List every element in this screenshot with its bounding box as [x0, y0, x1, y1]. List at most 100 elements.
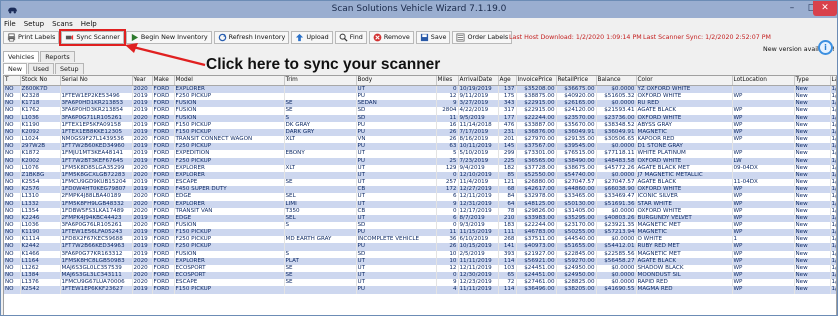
- table-cell: $56458.27: [596, 257, 637, 265]
- table-row[interactable]: NO K1466 3FA6P0G77KR163312 2019 FORD FUSION S S…: [4, 250, 836, 258]
- vehicle-grid[interactable]: T Stock No Serial No Year Make Model Trim Body M…: [3, 75, 837, 315]
- table-cell: 2019: [132, 121, 153, 129]
- print-labels-button[interactable]: Print Labels: [3, 30, 60, 44]
- table-cell: FUSION: [174, 100, 285, 108]
- table-row[interactable]: NO L1332 1FM5K8FH9LGB48332 2020 FORD EXPLORER…: [4, 200, 836, 208]
- table-cell: $66038.90: [596, 186, 637, 194]
- table-row[interactable]: NO K2328 1FTEW1EP2KE53496 2019 FORD F250 PICK…: [4, 93, 836, 101]
- table-row[interactable]: NO K2576 1FD0W4HT0KEG79807 2019 FORD F450 SUP…: [4, 186, 836, 194]
- table-row[interactable]: NO L1036 3FA6P0G71LR105261 2020 FORD FUSION S S…: [4, 114, 836, 122]
- table-row[interactable]: NO K2002 1FT7W2BT3KEF67645 2019 FORD F250 PIC…: [4, 157, 836, 165]
- table-cell: 268: [498, 236, 517, 244]
- table-cell: NO: [4, 264, 21, 273]
- tab-reports[interactable]: Reports: [40, 51, 75, 62]
- table-cell: FORD: [152, 164, 175, 172]
- column-header[interactable]: Age: [498, 76, 517, 86]
- table-cell: F250 PICKUP: [174, 93, 285, 101]
- refresh-inventory-button[interactable]: Refresh Inventory: [213, 30, 290, 44]
- table-cell: FORD: [152, 114, 175, 122]
- table-row[interactable]: NO K1762 3FA6P0HD3KR213854 2019 FORD FUSION SE…: [4, 107, 836, 115]
- column-header[interactable]: LastScanned: [830, 76, 836, 86]
- column-header[interactable]: Balance: [596, 76, 637, 86]
- column-header[interactable]: Miles: [436, 76, 459, 86]
- table-row[interactable]: NO K2554 1FMCU9GD9KUB15204 2019 FORD ESCAPE SE…: [4, 179, 836, 187]
- table-cell: $28825.00: [556, 279, 597, 287]
- table-row[interactable]: NO L1076 1FM5K8D85LGA35299 2020 FORD EXPLORER…: [4, 164, 836, 172]
- column-header[interactable]: Type: [794, 76, 831, 86]
- find-button[interactable]: Find: [334, 30, 367, 44]
- table-cell: L1376: [20, 279, 61, 287]
- table-row[interactable]: NO Z1BK8G 1FM5K8GCXLGB72283 2020 FORD EXPLORE…: [4, 171, 836, 180]
- column-header[interactable]: Serial No: [60, 76, 133, 86]
- table-row[interactable]: NO L1164 1FMSK8HC8LGB50983 2020 FORD EXPLORER…: [4, 257, 836, 265]
- tab-used[interactable]: Used: [27, 63, 54, 74]
- table-row[interactable]: NO L1024 NM0GS9F27L1439536 2020 FORD TRANSIT …: [4, 136, 836, 144]
- menu-scans[interactable]: Scans: [52, 20, 73, 28]
- table-cell: [284, 186, 357, 194]
- table-row[interactable]: NO K2542 1FTEW1EP6KKF23627 2019 FORD F150 PIC…: [4, 286, 836, 294]
- tab-new[interactable]: New: [3, 63, 27, 74]
- column-header[interactable]: LotLocation: [732, 76, 795, 86]
- column-header[interactable]: Color: [636, 76, 733, 86]
- table-row[interactable]: NO K1872 1FMJU1MT3KEA48141 2019 FORD EXPEDITI…: [4, 150, 836, 158]
- table-cell: WP: [732, 229, 795, 237]
- table-row[interactable]: NO L1262 MAJ6S3GL0LC357539 2020 FORD ECOSPORT…: [4, 264, 836, 273]
- table-cell: FORD: [152, 93, 175, 101]
- table-cell: FORD: [152, 200, 175, 208]
- sync-callout-text: Click here to sync your scanner: [206, 56, 441, 73]
- table-cell: $51605.32: [596, 93, 637, 101]
- floppy-disk-icon: [420, 33, 428, 41]
- table-cell: 2019: [132, 107, 153, 115]
- save-button[interactable]: Save: [415, 30, 451, 44]
- table-cell: NO: [4, 221, 21, 230]
- update-info-icon[interactable]: i: [818, 40, 833, 55]
- table-cell: WP: [732, 286, 795, 294]
- table-row[interactable]: NO L1310 2FMPK4J88LBA40189 2020 FORD EDGE SEL U…: [4, 193, 836, 201]
- table-row[interactable]: NO K2092 1FTEX1EB8KKE12305 2019 FORD F150 PIC…: [4, 128, 836, 137]
- table-row[interactable]: NO K1190 1FTEX1EP5KFA09158 2019 FORD F150 PIC…: [4, 121, 836, 129]
- table-row[interactable]: NO L1354 1FDBW5FS3LKA17489 2020 FORD TRANSIT …: [4, 207, 836, 215]
- column-header[interactable]: ArrivalDate: [458, 76, 499, 86]
- close-button[interactable]: ✕: [813, 1, 837, 16]
- remove-button[interactable]: Remove: [368, 30, 414, 44]
- table-cell: UT: [356, 200, 437, 208]
- upload-button[interactable]: Upload: [291, 30, 333, 44]
- title-bar[interactable]: Scan Solutions Vehicle Wizard 7.1.19.0 –…: [1, 1, 837, 18]
- table-row[interactable]: NO K1114 1FD8X2F67KEC59688 2019 FORD F250 PIC…: [4, 236, 836, 244]
- column-header[interactable]: Make: [152, 76, 175, 86]
- column-header[interactable]: Body: [356, 76, 437, 86]
- table-cell: F250 PICKUP: [174, 143, 285, 151]
- tab-vehicles[interactable]: Vehicles: [3, 51, 40, 62]
- table-cell: New: [794, 286, 831, 294]
- column-header[interactable]: Year: [132, 76, 153, 86]
- table-row[interactable]: NO K1190 1FTEW1E56LFA05243 2019 FORD F150 PIC…: [4, 229, 836, 237]
- table-row[interactable]: NO K1718 3FA6P0HD1KR213853 2019 FORD FUSION SE…: [4, 100, 836, 108]
- table-cell: $23736.00: [596, 114, 637, 122]
- column-header[interactable]: Stock No: [20, 76, 61, 86]
- table-row[interactable]: NO L1384 MAJ6S3GL3LC343111 2020 FORD ECOSPORT…: [4, 272, 836, 280]
- table-row[interactable]: NO 297W2B 1FT7W2B60KED34960 2019 FORD F250 PI…: [4, 143, 836, 151]
- table-row[interactable]: NO K2246 2FMPK4J94KBC44423 2019 FORD EDGE SEL U…: [4, 214, 836, 222]
- table-cell: 12/11/2019: [458, 264, 499, 273]
- column-header[interactable]: Trim: [284, 76, 357, 86]
- sync-scanner-button[interactable]: Sync Scanner: [59, 28, 126, 46]
- table-row[interactable]: NO K2442 1FT7W2B66KED34963 2019 FORD F250 PIC…: [4, 243, 836, 251]
- table-cell: EDGE: [174, 214, 285, 222]
- minimize-button[interactable]: –: [781, 1, 803, 16]
- tab-setup[interactable]: Setup: [54, 63, 84, 74]
- menu-help[interactable]: Help: [81, 20, 97, 28]
- table-row[interactable]: NO L1036 3FA6P0G76LR105261 2020 FORD FUSION S S…: [4, 221, 836, 230]
- table-cell: PU: [356, 128, 437, 137]
- menu-file[interactable]: File: [4, 20, 16, 28]
- table-cell: 12/23/2019: [458, 279, 499, 287]
- table-row[interactable]: NO Z600K7D 2020 FORD EXPLORER UT 0 10/19/2019 13…: [4, 85, 836, 94]
- column-header[interactable]: RetailPrice: [556, 76, 597, 86]
- table-cell: 2019: [132, 243, 153, 251]
- menu-setup[interactable]: Setup: [24, 20, 44, 28]
- column-header[interactable]: T: [4, 76, 21, 86]
- column-header[interactable]: InvoicePrice: [516, 76, 557, 86]
- column-header[interactable]: Model: [174, 76, 285, 86]
- order-labels-button[interactable]: Order Labels: [452, 30, 513, 44]
- table-cell: L1384: [20, 272, 61, 280]
- table-row[interactable]: NO L1376 1FMCU9G67LUA70006 2020 FORD ESCAPE SE…: [4, 279, 836, 287]
